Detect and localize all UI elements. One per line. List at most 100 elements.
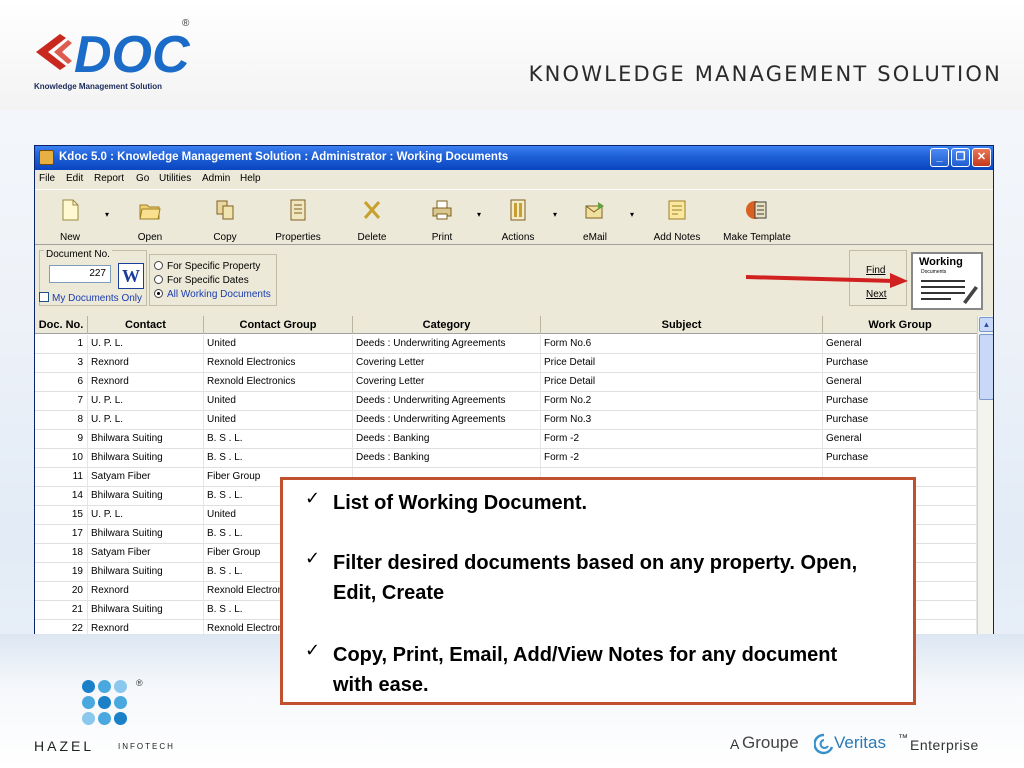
- cell-doc-no: 20: [35, 582, 88, 601]
- scroll-thumb[interactable]: [979, 334, 993, 400]
- groupe-veritas-logo: A Groupe Veritas ™ Enterprise: [730, 733, 1010, 757]
- cell-doc-no: 1: [35, 335, 88, 354]
- slide-header: DOC Knowledge Management Solution ® KNOW…: [0, 0, 1024, 110]
- new-dropdown-icon[interactable]: ▾: [105, 210, 109, 219]
- menu-edit[interactable]: Edit: [66, 173, 83, 184]
- menu-admin[interactable]: Admin: [202, 173, 230, 184]
- cell-contact: Rexnord: [88, 582, 204, 601]
- col-work-group[interactable]: Work Group: [823, 316, 977, 334]
- cell-doc-no: 17: [35, 525, 88, 544]
- cell-contact-group: Rexnold Electronics: [204, 354, 353, 373]
- working-title: Working: [919, 256, 963, 268]
- checkbox-box[interactable]: [39, 292, 49, 302]
- cell-doc-no: 19: [35, 563, 88, 582]
- actions-button[interactable]: Actions ▾: [483, 190, 557, 246]
- scroll-up-icon[interactable]: ▲: [979, 317, 993, 332]
- copy-icon: [216, 200, 234, 220]
- cell-contact: Bhilwara Suiting: [88, 430, 204, 449]
- radio-dot-selected[interactable]: [154, 289, 163, 298]
- cell-work-group: Purchase: [823, 411, 977, 430]
- properties-icon: [290, 199, 306, 221]
- email-button[interactable]: eMail ▾: [560, 190, 634, 246]
- cell-subject: Price Detail: [541, 373, 823, 392]
- cell-doc-no: 14: [35, 487, 88, 506]
- table-row[interactable]: 1 U. P. L. United Deeds : Underwriting Agre…: [35, 335, 977, 354]
- cell-contact: Satyam Fiber: [88, 544, 204, 563]
- hazel-name: HAZEL: [34, 738, 95, 754]
- actions-dropdown-icon[interactable]: ▾: [553, 210, 557, 219]
- table-row[interactable]: 9 Bhilwara Suiting B. S . L. Deeds : Bankin…: [35, 430, 977, 449]
- cell-contact: U. P. L.: [88, 392, 204, 411]
- open-button[interactable]: Open: [115, 190, 185, 246]
- email-dropdown-icon[interactable]: ▾: [630, 210, 634, 219]
- cell-doc-no: 3: [35, 354, 88, 373]
- radio-specific-dates[interactable]: For Specific Dates: [154, 275, 249, 286]
- make-template-button[interactable]: Make Template: [719, 190, 795, 246]
- minimize-button[interactable]: _: [930, 148, 949, 167]
- add-notes-button[interactable]: Add Notes: [642, 190, 712, 246]
- actions-label: Actions: [501, 232, 535, 243]
- print-dropdown-icon[interactable]: ▾: [477, 210, 481, 219]
- my-documents-only-checkbox[interactable]: My Documents Only: [39, 292, 142, 304]
- table-row[interactable]: 3 Rexnord Rexnold Electronics Covering Lett…: [35, 354, 977, 373]
- col-contact[interactable]: Contact: [88, 316, 204, 334]
- folder-icon: [139, 204, 161, 220]
- print-button[interactable]: Print ▾: [407, 190, 481, 246]
- feature-callout: ✓ List of Working Document. ✓ Filter des…: [280, 477, 916, 705]
- menu-help[interactable]: Help: [240, 173, 261, 184]
- radio-all-working-documents[interactable]: All Working Documents: [154, 289, 271, 300]
- cell-doc-no: 15: [35, 506, 88, 525]
- delete-button[interactable]: Delete: [337, 190, 407, 246]
- menu-utilities[interactable]: Utilities: [159, 173, 191, 184]
- make-template-label: Make Template: [723, 232, 791, 243]
- menu-file[interactable]: File: [39, 173, 55, 184]
- col-contact-group[interactable]: Contact Group: [204, 316, 353, 334]
- cell-subject: Form No.2: [541, 392, 823, 411]
- cell-category: Covering Letter: [353, 373, 541, 392]
- col-subject[interactable]: Subject: [541, 316, 823, 334]
- table-row[interactable]: 10 Bhilwara Suiting B. S . L. Deeds : Banki…: [35, 449, 977, 468]
- cell-work-group: General: [823, 335, 977, 354]
- cell-contact-group: B. S . L.: [204, 430, 353, 449]
- cell-contact: U. P. L.: [88, 411, 204, 430]
- cell-subject: Form -2: [541, 430, 823, 449]
- working-documents-thumbnail: Working Documents: [911, 252, 983, 310]
- radio-dot[interactable]: [154, 275, 163, 284]
- table-row[interactable]: 8 U. P. L. United Deeds : Underwriting Agre…: [35, 411, 977, 430]
- logo-tagline: Knowledge Management Solution: [34, 82, 163, 91]
- radio-label: All Working Documents: [167, 289, 271, 300]
- toolbar: New ▾ Open Copy Properties Delete Print …: [35, 189, 993, 245]
- maximize-button[interactable]: ❐: [951, 148, 970, 167]
- cell-work-group: Purchase: [823, 354, 977, 373]
- next-button[interactable]: Next: [866, 289, 887, 300]
- radio-specific-property[interactable]: For Specific Property: [154, 261, 260, 272]
- col-doc-no[interactable]: Doc. No.: [35, 316, 88, 334]
- my-documents-only-label: My Documents Only: [52, 293, 143, 304]
- delete-label: Delete: [357, 232, 387, 243]
- menu-go[interactable]: Go: [136, 173, 149, 184]
- menu-report[interactable]: Report: [94, 173, 124, 184]
- window-titlebar[interactable]: Kdoc 5.0 : Knowledge Management Solution…: [35, 146, 993, 170]
- cell-contact: Bhilwara Suiting: [88, 487, 204, 506]
- radio-dot[interactable]: [154, 261, 163, 270]
- table-row[interactable]: 7 U. P. L. United Deeds : Underwriting Agre…: [35, 392, 977, 411]
- cell-category: Deeds : Banking: [353, 430, 541, 449]
- table-row[interactable]: 6 Rexnord Rexnold Electronics Covering Lett…: [35, 373, 977, 392]
- properties-button[interactable]: Properties: [263, 190, 333, 246]
- cell-contact-group: United: [204, 392, 353, 411]
- grid-scrollbar[interactable]: ▲: [977, 316, 993, 634]
- word-icon[interactable]: W: [118, 263, 144, 289]
- working-subtitle: Documents: [921, 269, 947, 275]
- groupe-enterprise: Enterprise: [910, 737, 979, 753]
- menubar: File Edit Report Go Utilities Admin Help: [35, 170, 993, 188]
- check-icon: ✓: [305, 548, 321, 569]
- callout-text: List of Working Document.: [333, 492, 588, 514]
- col-category[interactable]: Category: [353, 316, 541, 334]
- document-number-input[interactable]: 227: [49, 265, 111, 283]
- close-button[interactable]: ✕: [972, 148, 991, 167]
- new-button[interactable]: New ▾: [35, 190, 109, 246]
- pen-hand-icon: [963, 286, 978, 304]
- copy-button[interactable]: Copy: [190, 190, 260, 246]
- radio-label: For Specific Dates: [167, 275, 249, 286]
- document-number-label: Document No.: [44, 249, 112, 260]
